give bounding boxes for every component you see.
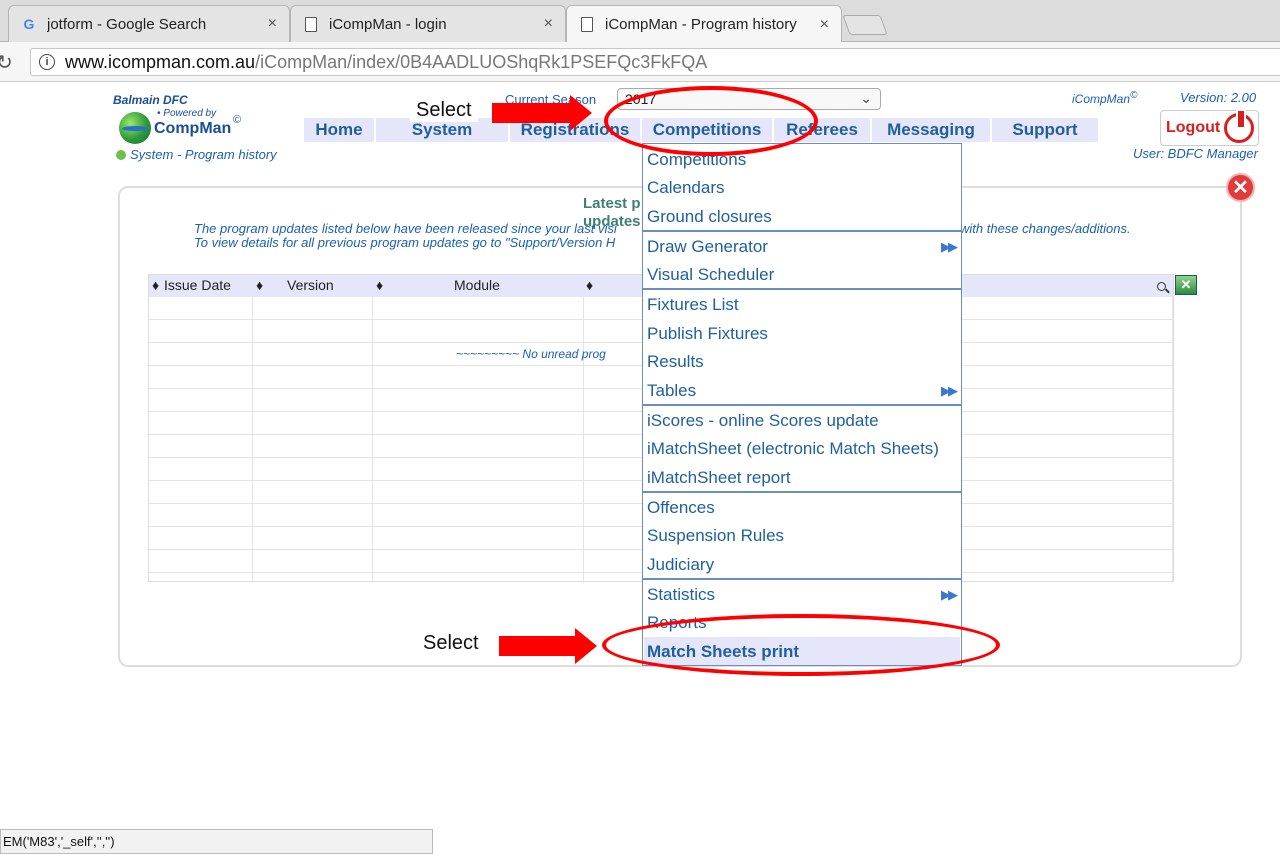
annotation-arrow-top-icon [492,95,592,131]
close-icon[interactable]: × [544,15,553,33]
club-name: Balmain DFC [113,93,188,107]
nav-messaging[interactable]: Messaging [872,118,990,142]
annotation-ellipse-bottom [602,614,1000,676]
tab-program-history[interactable]: iCompMan - Program history × [566,5,842,43]
version-label: Version: 2.00 [1180,90,1257,105]
sort-icon[interactable]: ♦ [152,277,159,293]
annotation-arrow-bottom-icon [499,628,597,664]
compman-logo-icon [119,112,151,144]
menu-item-judiciary[interactable]: Judiciary [647,555,714,575]
status-dot-icon [116,150,126,160]
tab-title: iCompMan - login [329,15,447,33]
menu-item-imatchsheet-report[interactable]: iMatchSheet report [647,468,791,488]
submenu-arrow-icon: ▶▶ [941,587,958,602]
close-icon[interactable]: × [268,15,277,33]
logout-label: Logout [1166,119,1221,136]
google-icon: G [23,16,35,32]
menu-separator [643,404,961,406]
breadcrumb-text: System - Program history [130,147,277,162]
logo-text: CompMan [154,120,232,137]
brand-copyright: © [1130,90,1138,101]
new-tab-button[interactable] [842,15,888,35]
notice-line-2: To view details for all previous program… [194,235,616,250]
menu-item-suspension-rules[interactable]: Suspension Rules [647,526,784,546]
document-icon [579,17,595,33]
power-icon [1224,109,1254,143]
menu-item-ground-closures[interactable]: Ground closures [647,207,772,227]
menu-item-offences[interactable]: Offences [647,498,715,518]
tab-icompman-login[interactable]: iCompMan - login × [290,5,566,42]
brand-text: iCompMan [1072,92,1131,106]
brand-name: iCompMan© [1072,90,1137,106]
submenu-arrow-icon: ▶▶ [941,383,958,398]
document-icon [303,16,319,32]
page: G jotform - Google Search × iCompMan - l… [0,0,1280,854]
breadcrumb: System - Program history [116,147,277,162]
column-version[interactable]: Version [287,277,334,293]
excel-export-icon[interactable]: ✕ [1175,275,1197,295]
competitions-dropdown-menu: Competitions Calendars Ground closures D… [642,143,962,666]
url-host: www.icompman.com.au [65,51,256,72]
menu-item-fixtures-list[interactable]: Fixtures List [647,295,739,315]
info-icon[interactable]: i [39,54,55,70]
notice-line-1: The program updates listed below have be… [194,221,617,236]
menu-item-publish-fixtures[interactable]: Publish Fixtures [647,324,768,344]
menu-separator [643,491,961,493]
url-field[interactable]: i www.icompman.com.au/iCompMan/index/0B4… [30,48,1280,76]
menu-item-draw-generator[interactable]: Draw Generator [647,237,768,257]
chevron-down-icon: ⌄ [860,90,872,106]
menu-item-calendars[interactable]: Calendars [647,178,725,198]
powered-by-text: Powered by [163,108,217,119]
column-issue-date[interactable]: Issue Date [164,277,231,293]
annotation-ellipse-top [604,86,818,156]
reload-icon[interactable]: ↻ [0,50,13,75]
menu-item-tables[interactable]: Tables [647,381,696,401]
tab-title: jotform - Google Search [47,15,207,33]
menu-separator [643,230,961,232]
logo-copyright: © [233,114,242,126]
url-path: /iCompMan/index/0B4AADLUOShqRk1PSEFQc3Fk… [255,51,708,72]
status-bar: EM('M83','_self','','') [0,829,433,854]
no-data-message: ~~~~~~~~~ No unread prog [456,347,606,361]
tab-title: iCompMan - Program history [605,16,797,33]
menu-separator [643,578,961,580]
menu-item-visual-scheduler[interactable]: Visual Scheduler [647,265,774,285]
nav-support[interactable]: Support [992,118,1098,142]
user-label: User: BDFC Manager [1133,146,1258,161]
search-icon[interactable] [1157,282,1166,291]
menu-item-statistics[interactable]: Statistics [647,585,715,605]
nav-home[interactable]: Home [304,118,374,142]
column-module[interactable]: Module [454,277,500,293]
close-icon[interactable]: × [820,16,829,34]
submenu-arrow-icon: ▶▶ [941,239,958,254]
powered-by: • Powered by [157,108,217,119]
menu-separator [643,288,961,290]
panel-title-line1: Latest p [583,195,641,212]
sort-icon[interactable]: ♦ [256,277,263,293]
notice-line-1-end: with these changes/additions. [960,221,1131,236]
logout-button[interactable]: Logout [1160,109,1259,146]
menu-item-imatchsheet[interactable]: iMatchSheet (electronic Match Sheets) [647,439,939,459]
close-icon[interactable]: ✕ [1226,173,1255,202]
annotation-select-top: Select [410,99,478,122]
sort-icon[interactable]: ♦ [376,277,383,293]
tab-google-search[interactable]: G jotform - Google Search × [8,5,290,42]
annotation-select-bottom: Select [417,632,485,655]
sort-icon[interactable]: ♦ [586,277,593,293]
browser-tab-strip: G jotform - Google Search × iCompMan - l… [0,0,1280,43]
address-bar: ↻ i www.icompman.com.au/iCompMan/index/0… [0,42,1280,82]
menu-item-iscores[interactable]: iScores - online Scores update [647,411,879,431]
menu-item-results[interactable]: Results [647,352,704,372]
